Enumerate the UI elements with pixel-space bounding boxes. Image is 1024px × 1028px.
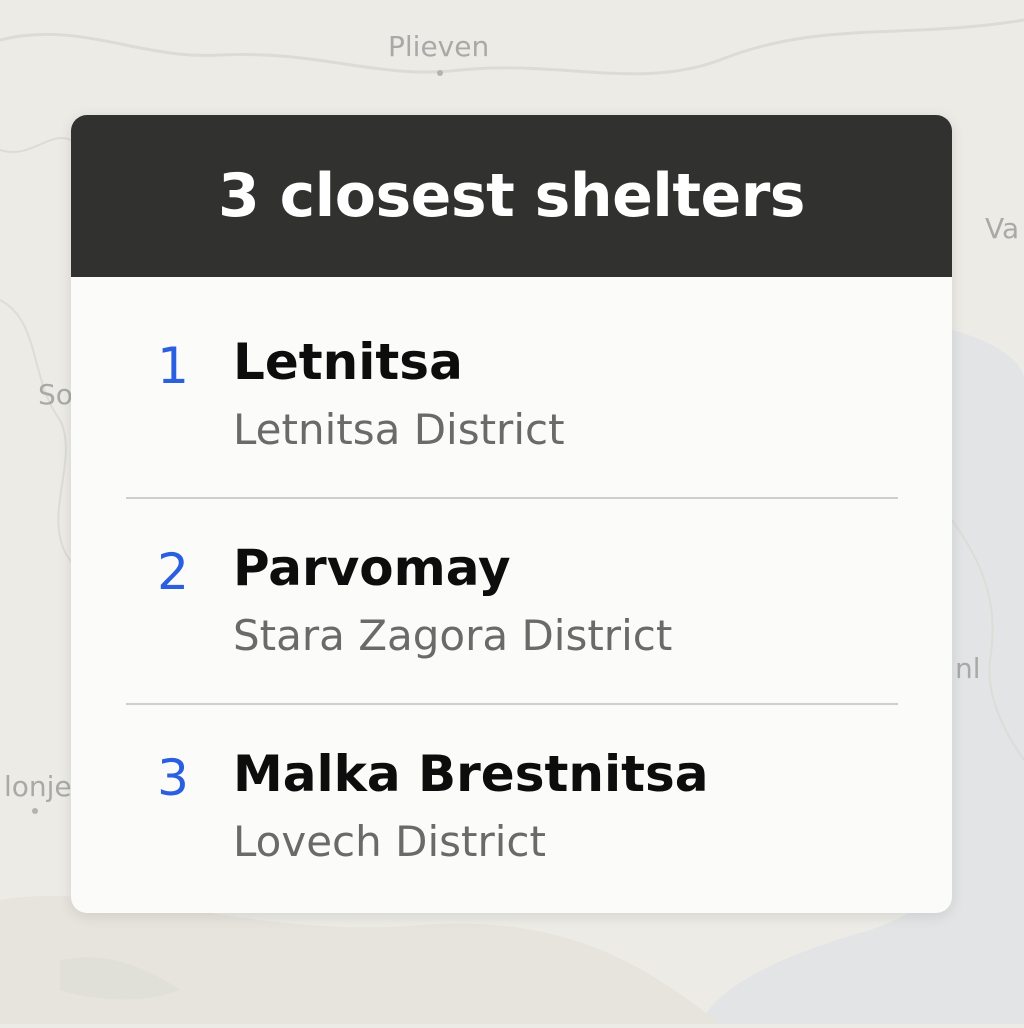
shelter-item-3[interactable]: 3 Malka Brestnitsa Lovech District (71, 689, 952, 895)
shelters-panel: 3 closest shelters 1 Letnitsa Letnitsa D… (71, 115, 952, 913)
shelter-district: Lovech District (233, 817, 546, 866)
panel-header: 3 closest shelters (71, 115, 952, 277)
map-label-plieven[interactable]: Plieven (388, 30, 489, 63)
shelter-name: Malka Brestnitsa (233, 745, 709, 803)
shelter-rank: 3 (157, 749, 189, 807)
shelter-item-2[interactable]: 2 Parvomay Stara Zagora District (71, 483, 952, 689)
shelter-rank: 2 (157, 543, 189, 601)
map-label-nl[interactable]: nl (955, 652, 981, 685)
map-label-lonje[interactable]: lonje (4, 770, 72, 803)
shelter-name: Parvomay (233, 539, 511, 597)
map-label-va[interactable]: Va (985, 212, 1019, 245)
panel-title: 3 closest shelters (217, 161, 806, 231)
map-label-so[interactable]: So (38, 378, 73, 411)
shelter-district: Letnitsa District (233, 405, 565, 454)
shelter-name: Letnitsa (233, 333, 463, 391)
shelter-rank: 1 (157, 337, 189, 395)
river-north (0, 18, 1024, 76)
shelter-district: Stara Zagora District (233, 611, 673, 660)
shelter-item-1[interactable]: 1 Letnitsa Letnitsa District (71, 277, 952, 483)
border-west (0, 299, 83, 721)
map-pin-plieven (437, 70, 443, 76)
map-pin-lonje (32, 808, 38, 814)
river-west (0, 137, 72, 153)
